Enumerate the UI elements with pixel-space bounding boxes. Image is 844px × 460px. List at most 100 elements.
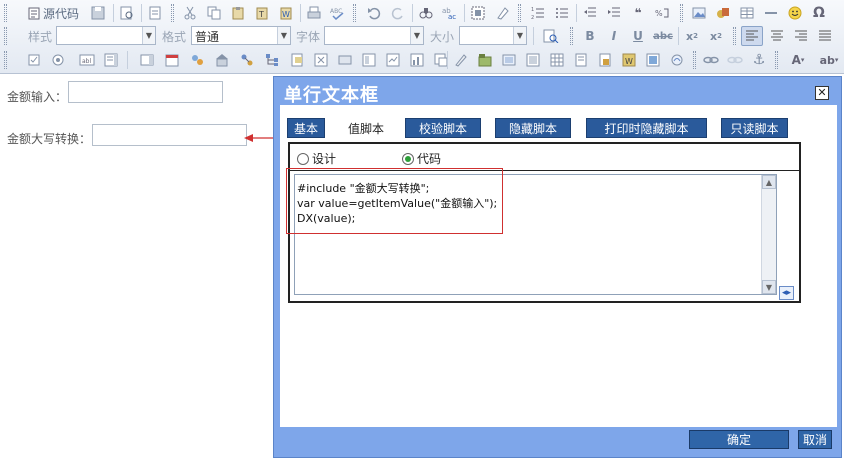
cancel-button[interactable]: 取消: [798, 430, 832, 449]
print-icon[interactable]: [304, 3, 324, 23]
word-icon[interactable]: W: [619, 50, 639, 70]
copy-icon[interactable]: [204, 3, 224, 23]
undo-icon[interactable]: [364, 3, 384, 23]
bg-color-icon[interactable]: ab ▾: [815, 50, 843, 70]
remove-format-icon[interactable]: [492, 3, 512, 23]
radio-icon[interactable]: [48, 50, 68, 70]
size-select[interactable]: ▼: [459, 26, 527, 45]
editor-scrollbar[interactable]: ▲ ▼: [761, 175, 776, 294]
italic-icon[interactable]: I: [604, 26, 624, 46]
amount-input[interactable]: [68, 81, 223, 103]
style-select[interactable]: ▼: [56, 26, 156, 45]
source-button[interactable]: 源代码: [24, 3, 84, 23]
tab-hide-script[interactable]: 隐藏脚本: [495, 118, 571, 138]
paste-icon[interactable]: [228, 3, 248, 23]
align-justify-icon[interactable]: [814, 26, 836, 46]
scroll-down-icon[interactable]: ▼: [762, 280, 776, 294]
image-icon[interactable]: [689, 3, 709, 23]
format-value: 普通: [195, 30, 220, 44]
ok-button[interactable]: 确定: [689, 430, 789, 449]
tab-control-icon[interactable]: [475, 50, 495, 70]
font-select[interactable]: ▼: [324, 26, 424, 45]
embed-icon[interactable]: [311, 50, 331, 70]
tab-readonly-script[interactable]: 只读脚本: [721, 118, 788, 138]
unlink-icon[interactable]: [725, 50, 745, 70]
subform-icon[interactable]: [523, 50, 543, 70]
scroll-up-icon[interactable]: ▲: [762, 175, 776, 189]
close-icon[interactable]: ✕: [815, 86, 829, 100]
attachment-icon[interactable]: [287, 50, 307, 70]
user-select-icon[interactable]: [187, 50, 207, 70]
tree-icon[interactable]: [262, 50, 282, 70]
template-icon[interactable]: [145, 3, 165, 23]
paste-text-icon[interactable]: T: [252, 3, 272, 23]
smiley-icon[interactable]: [785, 3, 805, 23]
bold-icon[interactable]: B: [580, 26, 600, 46]
checkbox-icon[interactable]: [24, 50, 44, 70]
calendar-icon[interactable]: [162, 50, 182, 70]
find-icon[interactable]: [416, 3, 436, 23]
toolbar-separator: [141, 4, 142, 22]
numbered-list-icon[interactable]: 12: [528, 3, 548, 23]
blockquote-icon[interactable]: ❝: [628, 3, 648, 23]
svg-text:ac: ac: [448, 13, 456, 20]
pen-icon[interactable]: [451, 50, 471, 70]
include-icon[interactable]: [571, 50, 591, 70]
document-icon[interactable]: [595, 50, 615, 70]
amount-upper-input[interactable]: [92, 124, 247, 146]
strikethrough-icon[interactable]: abc: [652, 26, 674, 46]
bullet-list-icon[interactable]: [552, 3, 572, 23]
department-icon[interactable]: [212, 50, 232, 70]
save-icon[interactable]: [88, 3, 108, 23]
cut-icon[interactable]: [180, 3, 200, 23]
chart-field-icon[interactable]: [407, 50, 427, 70]
grid-icon[interactable]: [547, 50, 567, 70]
align-right-icon[interactable]: [790, 26, 812, 46]
flash-icon[interactable]: [713, 3, 733, 23]
align-center-icon[interactable]: [766, 26, 788, 46]
select-field-icon[interactable]: [137, 50, 157, 70]
textfield-icon[interactable]: abl: [77, 50, 97, 70]
replace-icon[interactable]: ab ac: [440, 3, 460, 23]
outdent-icon[interactable]: [580, 3, 600, 23]
horizontal-rule-icon[interactable]: [761, 3, 781, 23]
button-field-icon[interactable]: [335, 50, 355, 70]
div-container-icon[interactable]: %: [652, 3, 672, 23]
toolbar-grip: [570, 27, 573, 45]
text-color-icon[interactable]: A ▾: [784, 50, 812, 70]
photo-icon[interactable]: [643, 50, 663, 70]
textarea-icon[interactable]: [101, 50, 121, 70]
tab-basic[interactable]: 基本: [287, 118, 325, 138]
anchor-icon[interactable]: ⚓: [749, 50, 769, 70]
svg-text:W: W: [282, 10, 290, 19]
spellcheck-icon[interactable]: ABC: [328, 3, 348, 23]
tab-value-script[interactable]: 值脚本: [340, 118, 392, 138]
code-radio[interactable]: 代码: [402, 150, 441, 167]
subscript-icon[interactable]: x2: [682, 26, 702, 46]
toolbar-grip: [518, 4, 521, 22]
view-icon[interactable]: [359, 50, 379, 70]
format-select[interactable]: 普通 ▼: [191, 26, 291, 45]
special-char-icon[interactable]: Ω: [809, 3, 829, 23]
indent-icon[interactable]: [604, 3, 624, 23]
signature-icon[interactable]: [667, 50, 687, 70]
workflow-icon[interactable]: [237, 50, 257, 70]
link-icon[interactable]: [701, 50, 721, 70]
paste-word-icon[interactable]: W: [276, 3, 296, 23]
table-icon[interactable]: [737, 3, 757, 23]
panel-icon[interactable]: [499, 50, 519, 70]
design-radio[interactable]: 设计: [297, 150, 336, 167]
link-field-icon[interactable]: [431, 50, 451, 70]
svg-text:ABC: ABC: [330, 8, 342, 15]
report-icon[interactable]: [383, 50, 403, 70]
preview-icon[interactable]: [117, 3, 137, 23]
expand-editor-icon[interactable]: ◂▸: [779, 286, 794, 300]
underline-icon[interactable]: U: [628, 26, 648, 46]
redo-icon[interactable]: [388, 3, 408, 23]
align-left-icon[interactable]: [741, 26, 763, 46]
tab-print-hide-script[interactable]: 打印时隐藏脚本: [586, 118, 707, 138]
tab-validate-script[interactable]: 校验脚本: [405, 118, 481, 138]
superscript-icon[interactable]: x2: [706, 26, 726, 46]
show-blocks-icon[interactable]: [540, 26, 562, 46]
select-all-icon[interactable]: [468, 3, 488, 23]
